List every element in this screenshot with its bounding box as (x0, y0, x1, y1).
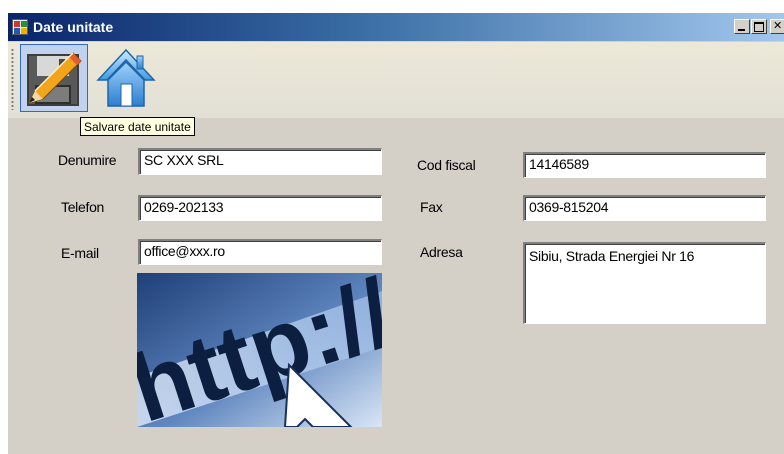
save-tooltip: Salvare date unitate (80, 117, 195, 136)
save-button[interactable] (20, 44, 88, 112)
denumire-label: Denumire (58, 152, 117, 168)
http-image: http://w (137, 273, 382, 427)
maximize-button[interactable] (751, 19, 767, 34)
cod-fiscal-field[interactable]: 14146589 (523, 152, 766, 178)
adresa-label: Adresa (420, 244, 463, 260)
toolbar (8, 42, 784, 118)
title-bar[interactable]: Date unitate (8, 13, 784, 41)
home-button[interactable] (92, 44, 160, 112)
adresa-field[interactable]: Sibiu, Strada Energiei Nr 16 (523, 242, 766, 324)
close-button[interactable] (770, 19, 784, 34)
email-field[interactable]: office@xxx.ro (138, 239, 382, 265)
company-picture: http://w (137, 273, 382, 427)
app-icon (12, 19, 28, 35)
email-label: E-mail (61, 245, 99, 261)
telefon-label: Telefon (61, 199, 105, 215)
toolbar-grip[interactable] (11, 48, 14, 110)
home-icon (96, 48, 156, 107)
fax-label: Fax (420, 199, 443, 215)
window-title: Date unitate (33, 19, 114, 35)
cod-fiscal-label: Cod fiscal (417, 157, 476, 173)
floppy-pencil-icon (27, 52, 82, 106)
denumire-field[interactable]: SC XXX SRL (138, 148, 382, 175)
telefon-field[interactable]: 0269-202133 (138, 195, 382, 221)
minimize-button[interactable] (734, 19, 750, 34)
app-window: Date unitate ✕ Salvare date unitate Denu… (7, 12, 784, 454)
fax-field[interactable]: 0369-815204 (523, 195, 766, 221)
